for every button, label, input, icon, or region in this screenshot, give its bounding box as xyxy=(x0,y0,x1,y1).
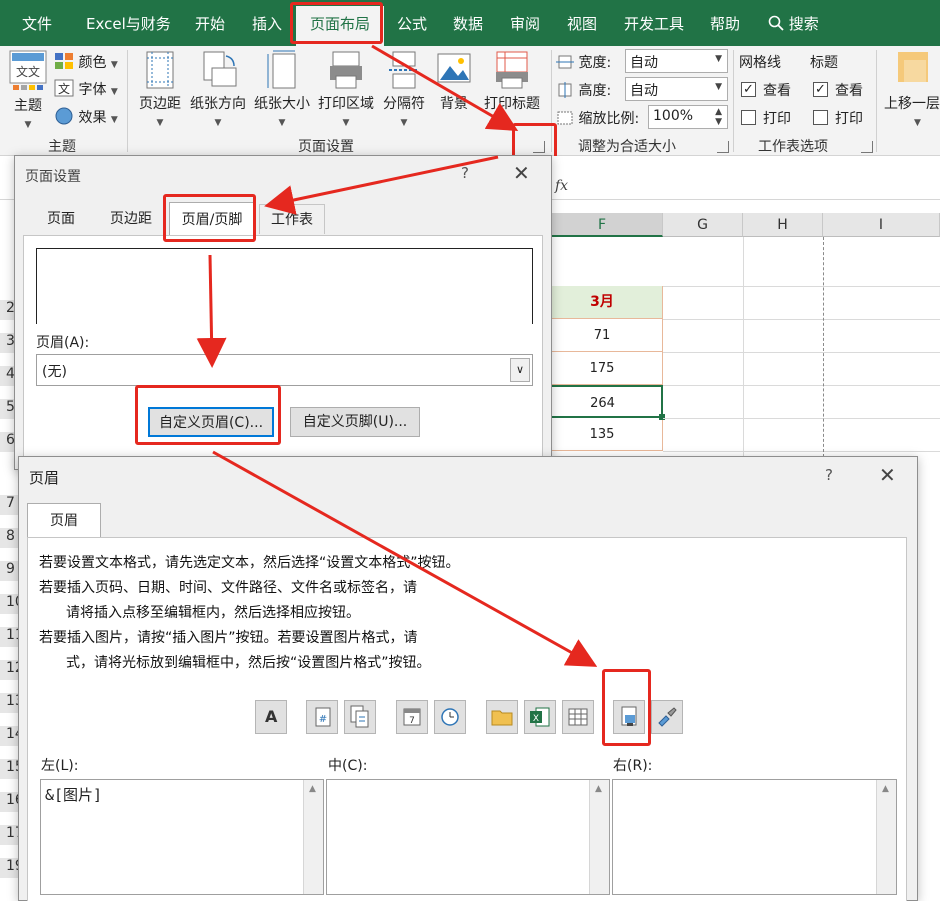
arrow-to-custom-header xyxy=(196,254,227,368)
annotation-arrows xyxy=(196,44,598,667)
arrow-to-launcher xyxy=(371,44,519,132)
arrow-to-header-footer-tab xyxy=(264,155,499,215)
arrow-to-insert-picture xyxy=(212,450,598,667)
